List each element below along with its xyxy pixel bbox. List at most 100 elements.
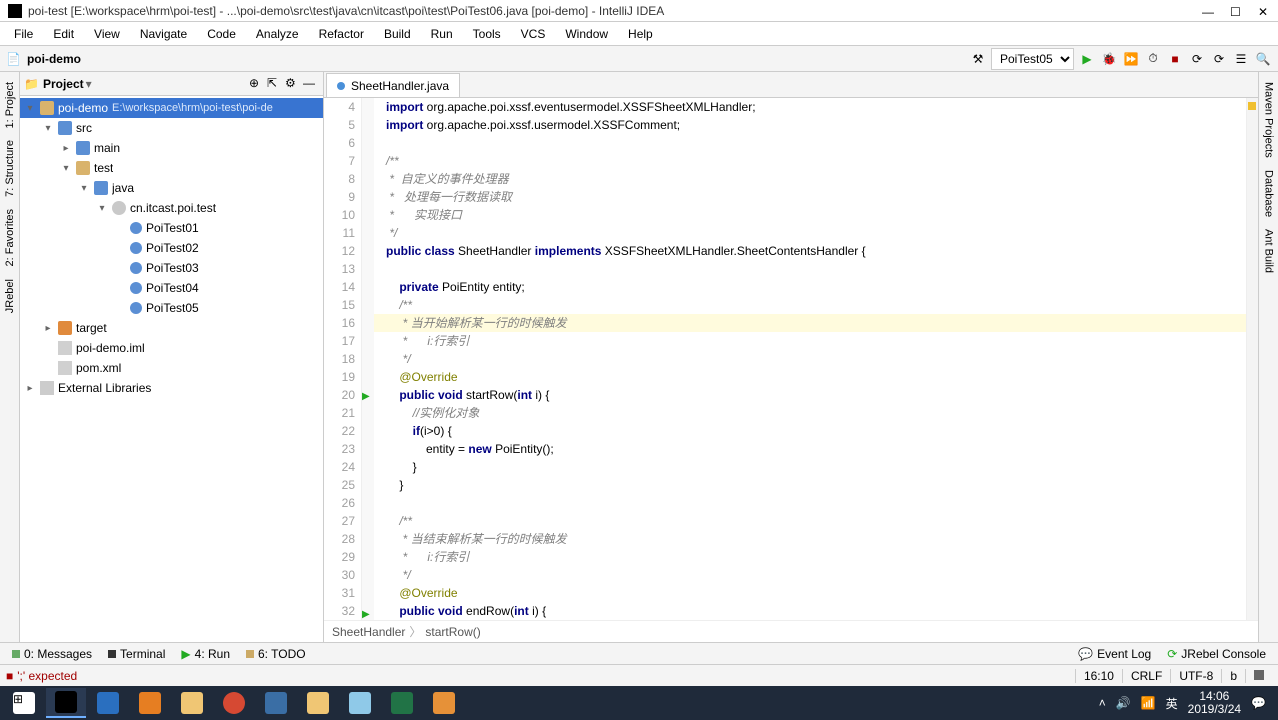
right-rail-item[interactable]: Maven Projects: [1261, 76, 1277, 164]
marker-gutter[interactable]: ▶ ▶: [362, 98, 374, 620]
menu-edit[interactable]: Edit: [45, 25, 82, 43]
project-view-icon[interactable]: 📁: [24, 77, 39, 91]
minimize-button[interactable]: —: [1202, 5, 1214, 17]
menu-build[interactable]: Build: [376, 25, 419, 43]
system-tray[interactable]: ˄ 🔊 📶 英 14:06 2019/3/24 💬: [1099, 690, 1274, 716]
menu-view[interactable]: View: [86, 25, 128, 43]
warning-marker-icon[interactable]: [1248, 102, 1256, 110]
search-icon[interactable]: 🔍: [1254, 50, 1272, 68]
line-separator[interactable]: CRLF: [1122, 669, 1170, 683]
messages-tool[interactable]: 0: Messages: [6, 645, 98, 663]
menu-refactor[interactable]: Refactor: [311, 25, 372, 43]
coverage-icon[interactable]: ⏩: [1122, 50, 1140, 68]
project-tree[interactable]: ▾poi-demoE:\workspace\hrm\poi-test\poi-d…: [20, 96, 323, 642]
menu-code[interactable]: Code: [199, 25, 244, 43]
tray-volume-icon[interactable]: 🔊: [1116, 696, 1131, 710]
nav-arrow-icon[interactable]: 📄: [6, 52, 21, 66]
settings-icon[interactable]: ⚙: [285, 76, 301, 92]
tree-row[interactable]: ▾src: [20, 118, 323, 138]
tree-toggle-icon[interactable]: ▸: [24, 383, 36, 394]
right-rail-item[interactable]: Ant Build: [1261, 223, 1277, 279]
encoding[interactable]: UTF-8: [1170, 669, 1221, 683]
menu-vcs[interactable]: VCS: [513, 25, 554, 43]
tray-notifications-icon[interactable]: 💬: [1251, 696, 1266, 710]
error-stripe[interactable]: [1246, 98, 1258, 620]
left-rail-item[interactable]: 7: Structure: [2, 134, 18, 203]
menu-analyze[interactable]: Analyze: [248, 25, 307, 43]
tree-toggle-icon[interactable]: ▾: [60, 163, 72, 174]
project-header-label[interactable]: Project: [43, 77, 84, 91]
tray-ime[interactable]: 英: [1166, 695, 1178, 712]
tree-row[interactable]: PoiTest04: [20, 278, 323, 298]
tree-row[interactable]: PoiTest05: [20, 298, 323, 318]
tree-row[interactable]: ▾test: [20, 158, 323, 178]
tree-row[interactable]: ▸target: [20, 318, 323, 338]
taskbar-app-orange[interactable]: [130, 688, 170, 718]
menu-file[interactable]: File: [6, 25, 41, 43]
structure-icon[interactable]: ☰: [1232, 50, 1250, 68]
tree-row[interactable]: ▾java: [20, 178, 323, 198]
run-config-select[interactable]: PoiTest05: [991, 48, 1074, 70]
tree-toggle-icon[interactable]: ▾: [78, 183, 90, 194]
menu-navigate[interactable]: Navigate: [132, 25, 195, 43]
start-button[interactable]: ⊞: [4, 688, 44, 718]
menu-help[interactable]: Help: [620, 25, 661, 43]
hide-icon[interactable]: —: [303, 76, 319, 92]
profile-icon[interactable]: ⏱: [1144, 50, 1162, 68]
tree-row[interactable]: ▸main: [20, 138, 323, 158]
left-rail-item[interactable]: 2: Favorites: [2, 203, 18, 272]
menu-run[interactable]: Run: [423, 25, 461, 43]
left-rail-item[interactable]: JRebel: [2, 273, 18, 319]
run-tool[interactable]: ▶4: Run: [175, 645, 236, 663]
tree-toggle-icon[interactable]: ▾: [24, 103, 36, 114]
taskbar-paint[interactable]: [340, 688, 380, 718]
line-gutter[interactable]: 4567891011121314151617181920212223242526…: [324, 98, 362, 620]
breadcrumb-method[interactable]: startRow(): [425, 625, 480, 639]
jrebel-run-icon[interactable]: ⟳: [1188, 50, 1206, 68]
tree-row[interactable]: poi-demo.iml: [20, 338, 323, 358]
taskbar-folder[interactable]: [298, 688, 338, 718]
right-rail-item[interactable]: Database: [1261, 164, 1277, 223]
taskbar-chrome[interactable]: [214, 688, 254, 718]
terminal-tool[interactable]: Terminal: [102, 645, 171, 663]
tree-row[interactable]: ▸External Libraries: [20, 378, 323, 398]
taskbar-app-blue[interactable]: [256, 688, 296, 718]
code-content[interactable]: import org.apache.poi.xssf.eventusermode…: [374, 98, 1246, 620]
taskbar-vscode[interactable]: [88, 688, 128, 718]
tree-row[interactable]: ▾poi-demoE:\workspace\hrm\poi-test\poi-d…: [20, 98, 323, 118]
left-rail-item[interactable]: 1: Project: [2, 76, 18, 134]
taskbar-app[interactable]: [424, 688, 464, 718]
tree-row[interactable]: pom.xml: [20, 358, 323, 378]
build-icon[interactable]: ⚒: [969, 50, 987, 68]
tray-network-icon[interactable]: 📶: [1141, 696, 1156, 710]
code-editor[interactable]: 4567891011121314151617181920212223242526…: [324, 98, 1258, 620]
tree-toggle-icon[interactable]: ▸: [42, 323, 54, 334]
stop-icon[interactable]: ■: [1166, 50, 1184, 68]
taskbar-excel[interactable]: [382, 688, 422, 718]
project-view-dropdown-icon[interactable]: ▾: [86, 77, 92, 91]
tree-row[interactable]: PoiTest03: [20, 258, 323, 278]
collapse-all-icon[interactable]: ⇱: [267, 76, 283, 92]
maximize-button[interactable]: ☐: [1230, 5, 1242, 17]
jrebel-console-tool[interactable]: ⟳JRebel Console: [1161, 645, 1272, 663]
event-log-tool[interactable]: 💬Event Log: [1072, 645, 1157, 663]
debug-icon[interactable]: 🐞: [1100, 50, 1118, 68]
breadcrumb-class[interactable]: SheetHandler: [332, 625, 405, 639]
close-button[interactable]: ✕: [1258, 5, 1270, 17]
menu-tools[interactable]: Tools: [465, 25, 509, 43]
scroll-from-source-icon[interactable]: ⊕: [249, 76, 265, 92]
breadcrumb-root[interactable]: poi-demo: [27, 52, 969, 66]
vcs-branch[interactable]: b: [1221, 669, 1245, 683]
tree-row[interactable]: PoiTest02: [20, 238, 323, 258]
tree-row[interactable]: ▾cn.itcast.poi.test: [20, 198, 323, 218]
menu-window[interactable]: Window: [557, 25, 616, 43]
todo-tool[interactable]: 6: TODO: [240, 645, 312, 663]
tree-toggle-icon[interactable]: ▸: [60, 143, 72, 154]
run-icon[interactable]: ▶: [1078, 50, 1096, 68]
tree-toggle-icon[interactable]: ▾: [96, 203, 108, 214]
jrebel-debug-icon[interactable]: ⟳: [1210, 50, 1228, 68]
caret-position[interactable]: 16:10: [1075, 669, 1122, 683]
tray-chevron-up-icon[interactable]: ˄: [1099, 696, 1106, 710]
taskbar-intellij[interactable]: [46, 688, 86, 718]
tree-toggle-icon[interactable]: ▾: [42, 123, 54, 134]
